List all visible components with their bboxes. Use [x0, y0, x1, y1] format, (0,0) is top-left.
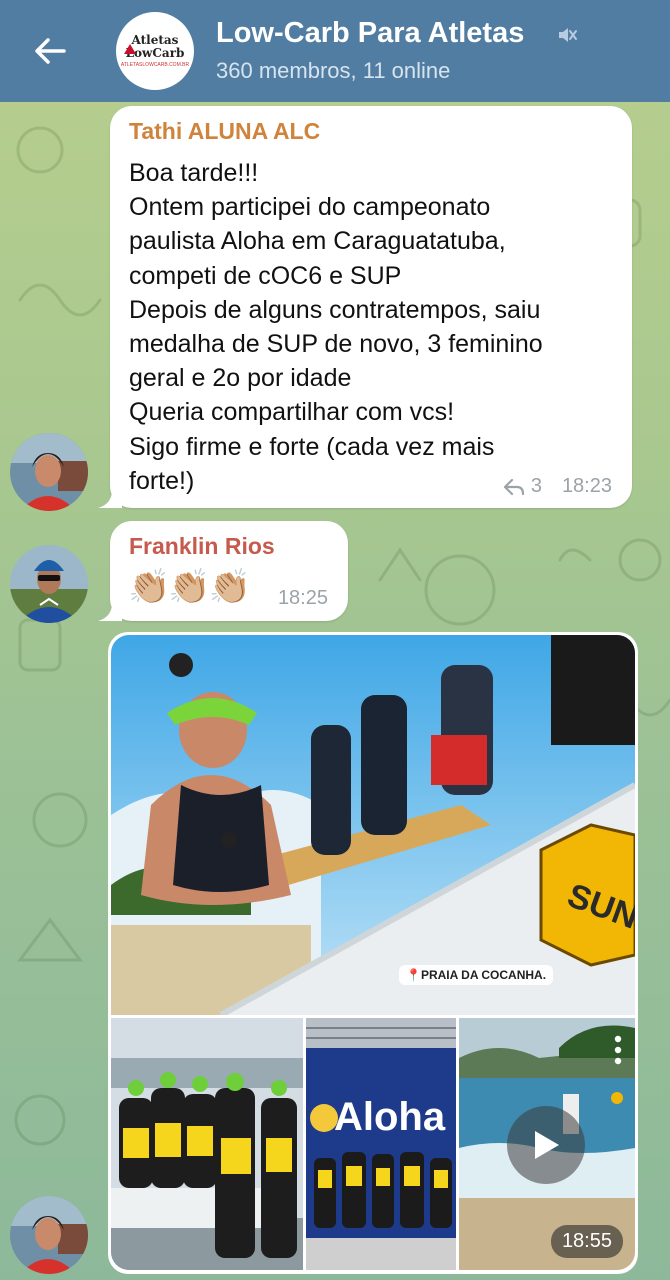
- message-line: paulista Aloha em Caraguatatuba,: [129, 227, 506, 256]
- message-line: Depois de alguns contratempos, saiu: [129, 295, 541, 324]
- chat-header: Atletas LowCarb ATLETASLOWCARB.COM.BR Lo…: [0, 0, 670, 102]
- avatar[interactable]: [10, 1196, 88, 1274]
- user-avatar-photo: [10, 1196, 88, 1274]
- avatar[interactable]: [10, 433, 88, 511]
- photo-team-beach[interactable]: [111, 1018, 303, 1270]
- message-bubble[interactable]: Tathi ALUNA ALC Boa tarde!!! Ontem parti…: [98, 106, 632, 508]
- location-tag: 📍PRAIA DA COCANHA.: [399, 965, 554, 985]
- sender-name[interactable]: Tathi ALUNA ALC: [129, 118, 320, 145]
- photo-main[interactable]: SUN 📍PRAIA DA COCANHA.: [111, 635, 635, 1015]
- message-bubble[interactable]: Franklin Rios 👏🏼👏🏼👏🏼 18:25: [98, 521, 348, 621]
- bubble-tail: [98, 486, 122, 508]
- back-arrow-icon: [35, 38, 66, 64]
- group-avatar[interactable]: Atletas LowCarb ATLETASLOWCARB.COM.BR: [116, 12, 194, 90]
- message-text: Boa tarde!!! Ontem participei do campeon…: [129, 156, 619, 498]
- message-time: 18:23: [561, 475, 612, 497]
- message-time: 18:55: [550, 1225, 623, 1258]
- photo-woman-canoe: SUN: [111, 635, 635, 1015]
- reply-count[interactable]: 3: [531, 475, 542, 498]
- message-line: geral e 2o por idade: [129, 364, 352, 393]
- avatar[interactable]: [10, 545, 88, 623]
- user-avatar-photo: [10, 545, 88, 623]
- message-time: 18:25: [277, 587, 328, 609]
- more-options-icon[interactable]: [613, 1034, 623, 1066]
- photo-aloha-stage[interactable]: Aloha: [306, 1018, 456, 1270]
- photo-team-image: [111, 1018, 303, 1270]
- media-album[interactable]: SUN 📍PRAIA DA COCANHA. Aloha 18:55: [108, 632, 638, 1274]
- user-avatar-photo: [10, 433, 88, 511]
- sender-name[interactable]: Franklin Rios: [129, 533, 275, 560]
- bubble-tail: [98, 599, 122, 621]
- message-meta: 3 18:23: [503, 475, 612, 498]
- play-button[interactable]: [507, 1106, 585, 1184]
- message-line: Boa tarde!!!: [129, 159, 259, 187]
- logo-subtext: ATLETASLOWCARB.COM.BR: [120, 62, 190, 68]
- video-thumbnail[interactable]: 18:55: [459, 1018, 635, 1270]
- clap-emoji-text: 👏🏼👏🏼👏🏼: [128, 568, 251, 606]
- muted-speaker-icon: [559, 28, 577, 42]
- message-line: Ontem participei do campeonato: [129, 193, 491, 222]
- message-line: competi de cOC6 e SUP: [129, 261, 402, 290]
- reply-icon[interactable]: [503, 478, 525, 496]
- logo-mark-icon: [124, 44, 136, 54]
- aloha-sign-text: Aloha: [334, 1095, 446, 1139]
- back-button[interactable]: [22, 28, 78, 74]
- message-line: Sigo firme e forte (cada vez mais: [129, 432, 495, 461]
- photo-aloha-image: Aloha: [306, 1018, 456, 1270]
- chat-title[interactable]: Low-Carb Para Atletas: [216, 17, 524, 50]
- play-icon: [535, 1131, 559, 1159]
- member-count: 360 membros, 11 online: [216, 58, 451, 83]
- message-line: medalha de SUP de novo, 3 feminino: [129, 330, 543, 359]
- message-line: Queria compartilhar com vcs!: [129, 398, 455, 427]
